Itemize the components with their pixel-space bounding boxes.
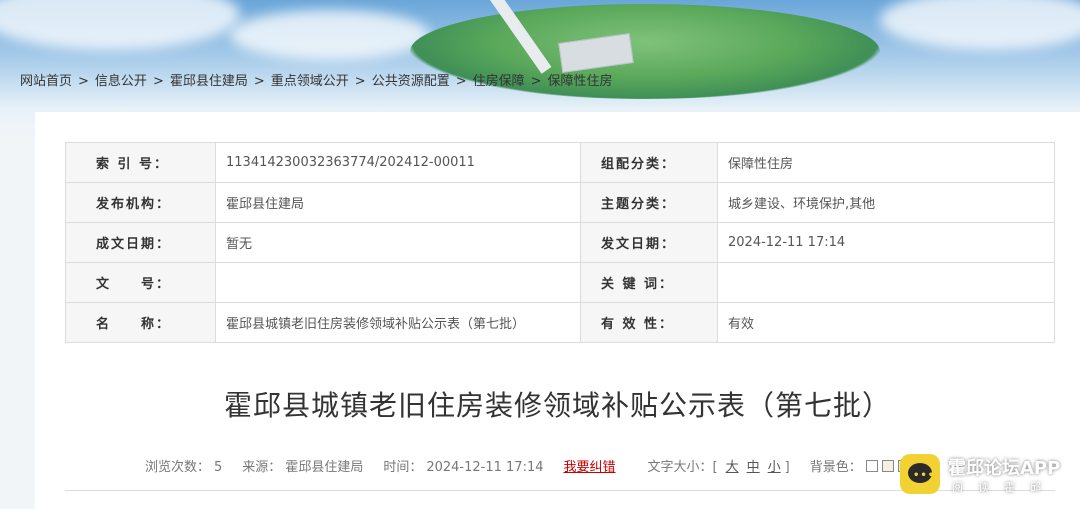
table-row: 名 称： 霍邱县城镇老旧住房装修领域补贴公示表（第七批） 有 效 性： 有效 <box>65 302 1055 343</box>
name-label: 名 称： <box>65 302 216 343</box>
breadcrumb-separator: > <box>455 74 467 89</box>
publish-date-value: 2024-12-11 17:14 <box>717 222 1055 263</box>
cloud-decoration <box>0 0 240 50</box>
cloud-decoration <box>230 10 430 60</box>
background-color-label: 背景色： <box>809 460 862 475</box>
topic-label: 主题分类： <box>580 182 718 223</box>
font-size-small-link[interactable]: 小 <box>768 460 781 475</box>
app-logo-icon: ••• <box>900 454 940 494</box>
time-value: 2024-12-11 17:14 <box>426 460 544 475</box>
watermark-subtitle: 阅读霍邱 <box>952 481 1056 494</box>
breadcrumb-key-areas[interactable]: 重点领域公开 <box>271 74 349 89</box>
table-row: 发布机构： 霍邱县住建局 主题分类： 城乡建设、环境保护,其他 <box>65 182 1055 223</box>
table-row: 文 号： 关 键 词： <box>65 262 1055 303</box>
index-number-value: 113414230032363774/202412-00011 <box>215 142 581 183</box>
topic-value: 城乡建设、环境保护,其他 <box>717 182 1055 223</box>
views-count: 5 <box>214 460 223 475</box>
breadcrumb-affordable-housing[interactable]: 保障性住房 <box>548 74 613 89</box>
header-banner: 网站首页 > 信息公开 > 霍邱县住建局 > 重点领域公开 > 公共资源配置 > 住房保障 > 保障性住… <box>0 0 1080 110</box>
publisher-label: 发布机构： <box>65 182 216 223</box>
category-label: 组配分类： <box>580 142 718 183</box>
index-number-label: 索 引 号： <box>65 142 216 183</box>
breadcrumb-home[interactable]: 网站首页 <box>20 74 72 89</box>
report-error-link[interactable]: 我要纠错 <box>564 460 616 475</box>
article-info-bar: 浏览次数： 5 来源： 霍邱县住建局 时间： 2024-12-11 17:14 我要纠错 文字… <box>145 456 930 475</box>
written-date-value: 暂无 <box>215 222 581 263</box>
breadcrumb-housing-bureau[interactable]: 霍邱县住建局 <box>170 74 248 89</box>
source-label: 来源： <box>242 460 282 475</box>
breadcrumb-info-disclosure[interactable]: 信息公开 <box>95 74 147 89</box>
document-number-label: 文 号： <box>65 262 216 303</box>
validity-value: 有效 <box>717 302 1055 343</box>
time-label: 时间： <box>383 460 423 475</box>
breadcrumb-public-resources[interactable]: 公共资源配置 <box>372 74 450 89</box>
name-value: 霍邱县城镇老旧住房装修领域补贴公示表（第七批） <box>215 302 581 343</box>
cloud-decoration <box>880 0 1080 50</box>
app-watermark: ••• 霍邱论坛APP 阅读霍邱 <box>900 452 1080 502</box>
watermark-title: 霍邱论坛APP <box>948 458 1061 479</box>
bg-swatch-cream[interactable] <box>881 460 894 472</box>
font-size-large-link[interactable]: 大 <box>726 460 739 475</box>
breadcrumb-housing-security[interactable]: 住房保障 <box>473 74 525 89</box>
breadcrumb-separator: > <box>152 74 164 89</box>
breadcrumb-separator: > <box>354 74 366 89</box>
source-value: 霍邱县住建局 <box>285 460 364 475</box>
breadcrumb: 网站首页 > 信息公开 > 霍邱县住建局 > 重点领域公开 > 公共资源配置 > 住房保障 > 保障性住… <box>20 70 613 89</box>
bg-swatch-white[interactable] <box>865 460 878 472</box>
category-value: 保障性住房 <box>717 142 1055 183</box>
breadcrumb-separator: > <box>253 74 265 89</box>
keywords-value <box>717 262 1055 303</box>
table-row: 成文日期： 暂无 发文日期： 2024-12-11 17:14 <box>65 222 1055 263</box>
breadcrumb-separator: > <box>78 74 89 89</box>
content-panel: 索 引 号： 113414230032363774/202412-00011 组… <box>35 112 1080 509</box>
validity-label: 有 效 性： <box>580 302 718 343</box>
publish-date-label: 发文日期： <box>580 222 718 263</box>
table-row: 索 引 号： 113414230032363774/202412-00011 组… <box>65 142 1055 183</box>
article-title: 霍邱县城镇老旧住房装修领域补贴公示表（第七批） <box>223 389 891 422</box>
written-date-label: 成文日期： <box>65 222 216 263</box>
font-size-medium-link[interactable]: 中 <box>747 460 760 475</box>
font-size-label: 文字大小：[ <box>647 460 718 475</box>
document-number-value <box>215 262 581 303</box>
breadcrumb-separator: > <box>530 74 542 89</box>
publisher-value: 霍邱县住建局 <box>215 182 581 223</box>
document-metadata-table: 索 引 号： 113414230032363774/202412-00011 组… <box>65 142 1055 343</box>
views-label: 浏览次数： <box>145 460 211 475</box>
font-size-bracket: ] <box>784 460 790 475</box>
keywords-label: 关 键 词： <box>580 262 718 303</box>
